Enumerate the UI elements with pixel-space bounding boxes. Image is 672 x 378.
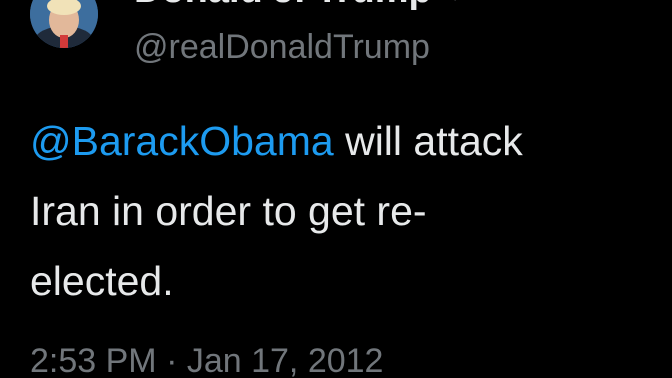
author-name-row[interactable]: Donald J. Trump (134, 0, 468, 12)
timestamp-separator: · (156, 342, 187, 378)
tweet-time[interactable]: 2:53 PM (30, 342, 157, 378)
tweet-timestamp[interactable]: 2:53 PM · Jan 17, 2012 (30, 340, 383, 378)
tweet-text-line-2: Iran in order to get re- (30, 188, 427, 234)
tweet-date[interactable]: Jan 17, 2012 (187, 342, 384, 378)
tweet-card: Donald J. Trump @realDonaldTrump @Barack… (0, 0, 672, 378)
author-display-name[interactable]: Donald J. Trump (134, 0, 432, 11)
tweet-text-line-3: elected. (30, 258, 174, 304)
tweet-text-line-1: will attack (333, 118, 523, 164)
mention-link[interactable]: @BarackObama (30, 118, 334, 164)
avatar-image (30, 0, 98, 48)
tweet-body: @BarackObama will attack Iran in order to… (30, 106, 650, 316)
verified-badge-icon (454, 0, 456, 1)
author-handle[interactable]: @realDonaldTrump (134, 27, 430, 67)
avatar[interactable] (30, 0, 98, 48)
